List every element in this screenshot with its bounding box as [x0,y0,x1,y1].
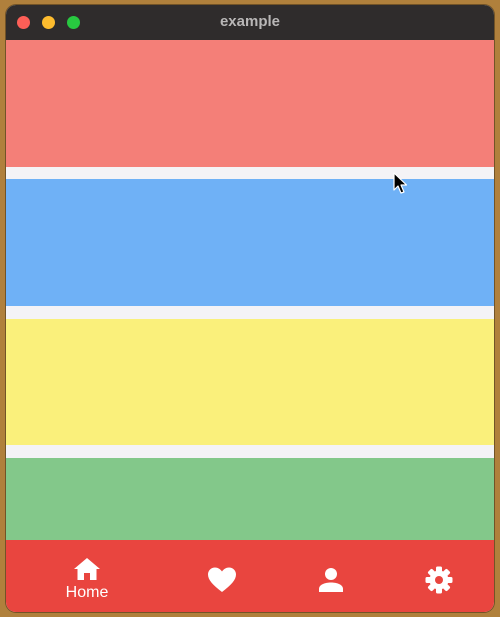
nav-item-settings[interactable] [394,540,484,612]
nav-label-home: Home [65,584,109,601]
app-window: example Home [6,5,494,612]
nav-item-home[interactable]: Home [42,540,132,612]
color-block-red [6,40,494,167]
gear-icon [425,566,453,594]
person-icon [319,568,343,592]
nav-item-favorites[interactable] [178,540,268,612]
nav-item-profile[interactable] [286,540,376,612]
color-block-green [6,458,494,540]
window-title: example [219,13,281,30]
color-block-blue [6,179,494,306]
bottom-navigation-bar: Home [6,540,494,612]
home-icon [74,558,100,580]
title-bar: example [6,5,494,40]
heart-icon [208,567,236,592]
scroll-content[interactable] [6,40,494,540]
color-block-yellow [6,319,494,445]
mouse-pointer-icon [393,172,408,194]
